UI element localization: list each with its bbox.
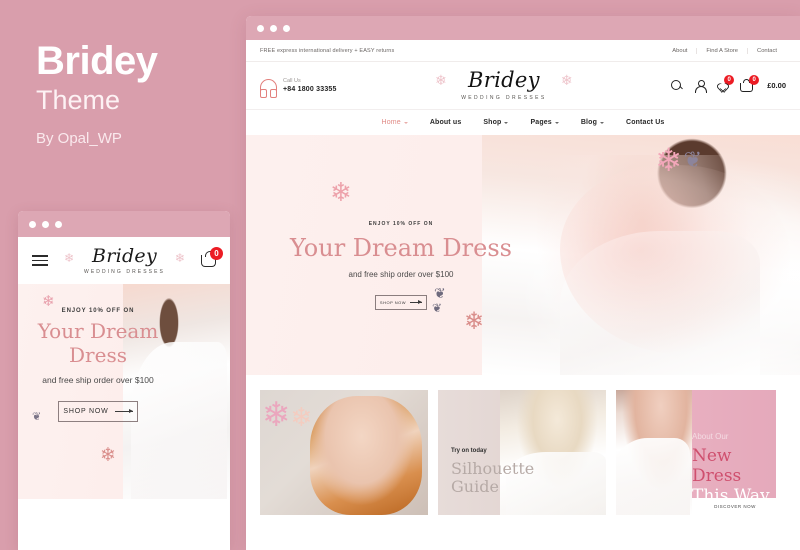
arrow-right-icon [410, 300, 423, 305]
mobile-logo-brand: Bridey [91, 244, 158, 267]
nav-item-contact-us[interactable]: Contact Us [626, 119, 664, 126]
promo-title: Bridey [36, 39, 158, 83]
main-navigation: Home About us Shop Pages Blog Contact Us [246, 109, 800, 135]
topbar-link-about[interactable]: About [663, 48, 696, 54]
promo-card-bride[interactable]: ❄❄ [260, 390, 428, 515]
nav-item-shop[interactable]: Shop [483, 119, 509, 126]
mobile-titlebar [18, 211, 230, 237]
search-icon[interactable] [671, 79, 683, 92]
card-copy: Try on today Silhouette Guide [451, 448, 534, 497]
site-logo[interactable]: ❄ ❄ Bridey WEDDING DRESSES [435, 68, 572, 102]
browser-titlebar [246, 16, 800, 40]
call-us-block[interactable]: Call Us +84 1800 33355 [259, 78, 337, 98]
card-title-line1: New Dress [692, 446, 742, 487]
window-dot-close-icon[interactable] [29, 220, 36, 228]
mobile-logo[interactable]: ❄ ❄ Bridey WEDDING DRESSES [64, 244, 185, 275]
flower-cluster-icon: ❄❄ [262, 396, 313, 434]
promo-subtitle: Theme [36, 85, 121, 115]
window-dot-minimize-icon[interactable] [42, 220, 49, 228]
laurel-left-icon: ❄ [435, 72, 447, 88]
nav-label-pages: Pages [530, 119, 552, 126]
site-logo-brand: Bridey [468, 68, 540, 92]
window-dot-maximize-icon[interactable] [55, 220, 62, 228]
mobile-shop-now-label: SHOP NOW [63, 408, 109, 416]
wishlist-heart-icon[interactable]: 0 [717, 74, 735, 92]
nav-label-shop: Shop [483, 119, 502, 126]
hero-title: Your Dream Dress [290, 234, 512, 262]
mobile-hero-title-line2: Dress [69, 342, 127, 367]
cart-total[interactable]: £0.00 [767, 81, 786, 90]
mobile-logo-tagline: WEDDING DRESSES [84, 268, 165, 275]
call-us-number: +84 1800 33355 [283, 86, 337, 93]
announcement-message: FREE express international delivery + EA… [260, 47, 395, 54]
promo-card-new-dress[interactable]: About Our New Dress This Way DISCOVER NO… [616, 390, 776, 515]
site-header: Call Us +84 1800 33355 ❄ ❄ Bridey WEDDIN… [246, 62, 800, 109]
hero-banner: ❄ ❦ ❄ ❦ ❦ ❄ ENJOY 10% OFF ON Your Dream … [246, 135, 800, 375]
nav-item-about-us[interactable]: About us [430, 119, 462, 126]
hamburger-menu-icon[interactable] [32, 255, 48, 266]
topbar-link-find-a-store[interactable]: Find A Store [696, 47, 747, 54]
mobile-cart-badge: 0 [209, 246, 223, 260]
nav-label-contact-us: Contact Us [626, 119, 665, 126]
call-us-label: Call Us [283, 78, 301, 84]
mobile-hero-subtitle: and free ship order over $100 [42, 375, 154, 386]
hero-copy: ENJOY 10% OFF ON Your Dream Dress and fr… [276, 221, 526, 311]
card-copy: About Our New Dress This Way [692, 432, 776, 506]
hero-shop-now-button[interactable]: SHOP NOW [375, 295, 427, 311]
nav-label-about-us: About us [429, 119, 462, 126]
flower-bottom-icon: ❄ [100, 445, 116, 466]
window-dot-minimize-icon[interactable] [270, 24, 277, 32]
site-logo-tagline: WEDDING DRESSES [461, 95, 547, 101]
headset-icon [259, 79, 278, 98]
mobile-header: ❄ ❄ Bridey WEDDING DRESSES 0 [18, 237, 230, 284]
promo-card-row: ❄❄ Try on today Silhouette Guide About O… [246, 375, 800, 515]
chevron-down-icon [600, 121, 604, 124]
nav-item-pages[interactable]: Pages [530, 119, 559, 126]
mobile-hero-title: Your Dream Dress [28, 319, 168, 367]
hero-shop-now-label: SHOP NOW [379, 300, 407, 306]
wishlist-badge: 0 [724, 74, 735, 85]
mobile-hero-title-line1: Your Dream [37, 319, 159, 343]
card-eyebrow: About Our [692, 432, 729, 441]
chevron-down-icon [504, 121, 509, 124]
laurel-right-icon: ❄ [560, 72, 573, 88]
mobile-footer-area [18, 499, 230, 550]
mobile-hero-copy: ENJOY 10% OFF ON Your Dream Dress and fr… [18, 284, 168, 423]
card-title-line2: Guide [451, 477, 499, 497]
card-model-photo [310, 396, 422, 515]
announcement-bar: FREE express international delivery + EA… [246, 40, 800, 62]
laurel-right-icon: ❄ [174, 250, 185, 265]
mobile-cart-button[interactable]: 0 [200, 246, 223, 267]
nav-item-blog[interactable]: Blog [581, 119, 604, 126]
chevron-down-icon [403, 121, 408, 124]
nav-item-home[interactable]: Home [382, 119, 408, 126]
mobile-mockup: ❄ ❄ Bridey WEDDING DRESSES 0 ❄ ❦ ❄ ENJOY… [18, 211, 230, 550]
hero-eyebrow: ENJOY 10% OFF ON [368, 221, 434, 227]
cart-icon[interactable]: 0 [740, 74, 760, 92]
mobile-hero: ❄ ❦ ❄ ENJOY 10% OFF ON Your Dream Dress … [18, 284, 230, 499]
card-eyebrow: Try on today [451, 448, 487, 454]
chevron-down-icon [554, 121, 559, 124]
nav-label-blog: Blog [580, 119, 597, 126]
header-icon-group: 0 0 £0.00 [671, 74, 786, 93]
window-dot-close-icon[interactable] [257, 24, 264, 32]
account-user-icon[interactable] [694, 79, 708, 93]
cart-badge: 0 [749, 74, 760, 85]
card-title-line2: This Way [692, 486, 770, 507]
promo-author: By Opal_WP [36, 130, 122, 148]
hero-subtitle: and free ship order over $100 [348, 270, 454, 280]
mobile-hero-eyebrow: ENJOY 10% OFF ON [61, 308, 135, 314]
promo-card-silhouette-guide[interactable]: Try on today Silhouette Guide [438, 390, 606, 515]
desktop-mockup: FREE express international delivery + EA… [246, 16, 800, 550]
topbar-link-contact[interactable]: Contact [747, 47, 786, 54]
arrow-right-icon [114, 409, 133, 414]
nav-label-home: Home [381, 119, 401, 126]
mobile-shop-now-button[interactable]: SHOP NOW [58, 401, 138, 423]
card-title-line1: Silhouette [451, 459, 535, 478]
topbar-links: About Find A Store Contact [663, 47, 786, 54]
window-dot-maximize-icon[interactable] [283, 24, 290, 32]
flower-large-icon: ❄ [330, 177, 352, 207]
laurel-left-icon: ❄ [64, 250, 75, 265]
card-model-photo [616, 390, 692, 515]
